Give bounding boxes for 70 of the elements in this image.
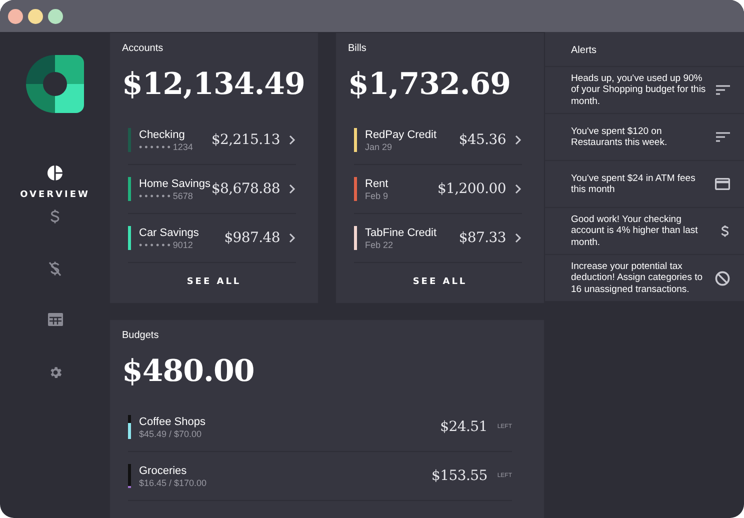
block-icon — [715, 270, 730, 286]
row-amount: $87.33 — [458, 230, 506, 246]
card-title: Accounts — [122, 43, 164, 54]
card-title: Budgets — [122, 330, 159, 341]
dollar-icon — [49, 209, 61, 225]
row-amount: $153.55 — [432, 468, 488, 484]
row-detail: • • • • • • 9012 — [139, 240, 193, 250]
dollar-icon — [720, 224, 730, 238]
alert-text: Increase your potential tax deduction! Assign categories to 16 unassigned transactions. — [571, 260, 704, 297]
maximize-dot[interactable] — [48, 8, 63, 24]
row-name: Rent — [365, 178, 388, 190]
alert-text: Heads up, you've used up 90% of your Shopping budget for this month. — [571, 72, 706, 109]
alert-row[interactable]: Increase your potential tax deduction! Assign categories to 16 unassigned transactions. — [545, 254, 744, 301]
alert-text: You've spent $24 in ATM fees this month — [571, 172, 696, 197]
see-all-button[interactable]: SEE ALL — [182, 273, 246, 291]
total-amount: $1,732.69 — [348, 67, 511, 102]
alert-row[interactable]: You've spent $120 on Restaurants this week. — [545, 113, 744, 160]
row-name: Car Savings — [139, 226, 199, 238]
sort-icon — [716, 132, 730, 142]
alert-text: Good work! Your checking account is 4% higher than last month. — [571, 212, 699, 250]
table-icon — [48, 313, 62, 326]
row-detail: • • • • • • 1234 — [139, 142, 193, 152]
sort-icon — [716, 85, 730, 95]
chevron-icon — [514, 233, 522, 243]
row-amount: $45.36 — [458, 132, 506, 148]
close-dot[interactable] — [8, 8, 23, 24]
alert-row[interactable]: Good work! Your checking account is 4% higher than last month. — [545, 207, 744, 254]
alert-row[interactable]: Heads up, you've used up 90% of your Shopping budget for this month. — [545, 66, 744, 113]
nav-item[interactable]: OVERVIEW — [20, 165, 90, 209]
row-detail: $45.49 / $70.00 — [139, 428, 202, 438]
row-detail: $16.45 / $170.00 — [139, 478, 207, 488]
bills-row[interactable]: TabFine Credit Feb 22 $87.33 — [354, 214, 522, 263]
bills-row[interactable]: Rent Feb 9 $1,200.00 — [354, 165, 522, 214]
row-amount: $987.48 — [224, 230, 280, 246]
chevron-icon — [288, 135, 296, 145]
chevron-icon — [514, 135, 522, 145]
row-name: Groceries — [139, 464, 187, 476]
row-name: RedPay Credit — [365, 128, 437, 140]
minimize-dot[interactable] — [28, 8, 43, 24]
pie-chart-icon — [47, 165, 63, 181]
alert-text: You've spent $120 on Restaurants this week. — [571, 124, 668, 150]
budget-meter — [128, 464, 131, 488]
row-name: Coffee Shops — [139, 416, 206, 428]
row-name: TabFine Credit — [365, 226, 437, 238]
row-detail: • • • • • • 5678 — [139, 190, 193, 200]
total-amount: $12,134.49 — [122, 67, 305, 102]
row-amount: $24.51 — [440, 419, 488, 435]
chevron-icon — [288, 233, 296, 243]
row-amount: $1,200.00 — [437, 181, 506, 197]
bills-row[interactable]: RedPay Credit Jan 29 $45.36 — [354, 116, 522, 165]
row-detail: Jan 29 — [365, 142, 392, 152]
chevron-icon — [514, 184, 522, 194]
logo-icon — [26, 55, 84, 113]
row-detail: Feb 22 — [365, 240, 394, 250]
row-amount: $8,678.88 — [211, 181, 280, 197]
row-name: Home Savings — [139, 178, 211, 190]
no-dollar-icon — [48, 261, 62, 277]
card-title: Alerts — [570, 44, 597, 58]
accounts-row[interactable]: Car Savings • • • • • • 9012 $987.48 — [128, 214, 296, 263]
see-all-button[interactable]: SEE ALL — [408, 273, 472, 291]
row-amount: $2,215.13 — [211, 132, 280, 148]
total-amount: $480.00 — [122, 354, 254, 389]
budget-meter — [128, 415, 131, 439]
card-title: Bills — [348, 43, 366, 54]
row-detail: Feb 9 — [365, 190, 388, 200]
chevron-icon — [288, 184, 296, 194]
credit-card-icon — [715, 178, 730, 190]
accounts-row[interactable]: Checking • • • • • • 1234 $2,215.13 — [128, 116, 296, 165]
alert-row[interactable]: You've spent $24 in ATM fees this month — [545, 160, 744, 207]
row-name: Checking — [139, 128, 185, 140]
